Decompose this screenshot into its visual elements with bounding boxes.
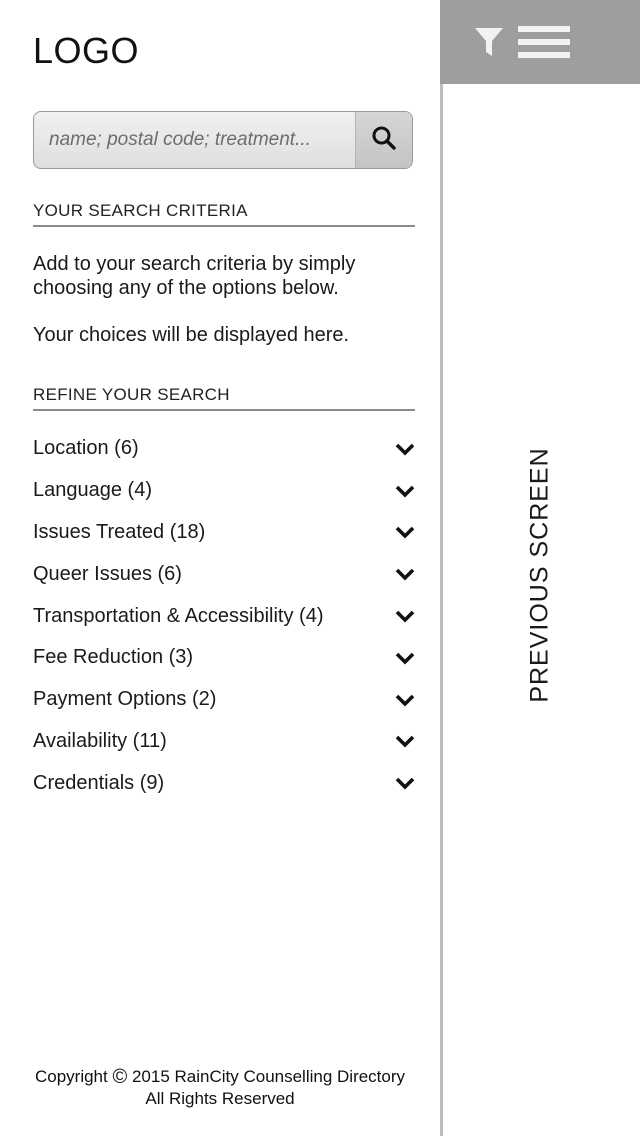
- chevron-down-icon: [395, 606, 415, 626]
- copyright-prefix: Copyright: [34, 1067, 108, 1086]
- refine-search-heading: REFINE YOUR SEARCH: [33, 385, 415, 411]
- filter-label: Credentials (9): [33, 771, 165, 794]
- search-icon: [371, 125, 397, 156]
- chevron-down-icon: [395, 648, 415, 668]
- filter-label: Issues Treated (18): [33, 520, 206, 543]
- footer: Copyright © 2015 RainCity Counselling Di…: [0, 1066, 440, 1109]
- filter-item-location[interactable]: Location (6): [33, 428, 417, 470]
- menu-icon[interactable]: [518, 25, 570, 59]
- criteria-instructions: Add to your search criteria by simply ch…: [33, 253, 356, 299]
- filter-list: Location (6) Language (4) Issues Treated…: [33, 428, 417, 804]
- filter-item-payment-options[interactable]: Payment Options (2): [33, 679, 417, 721]
- filter-label: Transportation & Accessibility (4): [33, 604, 324, 627]
- filter-label: Fee Reduction (3): [33, 646, 194, 669]
- chevron-down-icon: [395, 439, 415, 459]
- copyright-text: 2015 RainCity Counselling Directory: [131, 1067, 406, 1086]
- chevron-down-icon: [395, 731, 415, 751]
- copyright-symbol: ©: [112, 1066, 128, 1088]
- top-bar: [440, 0, 640, 84]
- chevron-down-icon: [395, 564, 415, 584]
- filter-label: Queer Issues (6): [33, 562, 182, 585]
- filter-label: Availability (11): [33, 729, 167, 752]
- chevron-down-icon: [395, 690, 415, 710]
- rights-reserved: All Rights Reserved: [145, 1089, 295, 1108]
- search-button[interactable]: [355, 112, 412, 168]
- logo[interactable]: LOGO: [33, 30, 139, 72]
- filter-item-availability[interactable]: Availability (11): [33, 721, 417, 763]
- search-criteria-heading: YOUR SEARCH CRITERIA: [33, 201, 415, 227]
- filter-label: Language (4): [33, 479, 152, 502]
- copyright-line: Copyright © 2015 RainCity Counselling Di…: [0, 1066, 440, 1088]
- chevron-down-icon: [395, 773, 415, 793]
- filter-item-issues-treated[interactable]: Issues Treated (18): [33, 512, 417, 554]
- filter-label: Payment Options (2): [33, 688, 217, 711]
- filter-item-transportation-accessibility[interactable]: Transportation & Accessibility (4): [33, 595, 417, 637]
- previous-screen-label: PREVIOUS SCREEN: [525, 447, 554, 703]
- filter-drawer: LOGO YOUR SEARCH CRITERIA Add to your se…: [0, 0, 440, 1136]
- criteria-empty-state: Your choices will be displayed here.: [33, 324, 350, 346]
- chevron-down-icon: [395, 481, 415, 501]
- filter-item-queer-issues[interactable]: Queer Issues (6): [33, 553, 417, 595]
- filter-item-credentials[interactable]: Credentials (9): [33, 762, 417, 804]
- filter-icon[interactable]: [474, 26, 504, 58]
- previous-screen-button[interactable]: PREVIOUS SCREEN: [440, 440, 640, 720]
- filter-label: Location (6): [33, 437, 139, 460]
- chevron-down-icon: [395, 522, 415, 542]
- filter-item-fee-reduction[interactable]: Fee Reduction (3): [33, 637, 417, 679]
- search-bar: [33, 111, 413, 169]
- filter-item-language[interactable]: Language (4): [33, 470, 417, 512]
- search-input[interactable]: [34, 112, 358, 168]
